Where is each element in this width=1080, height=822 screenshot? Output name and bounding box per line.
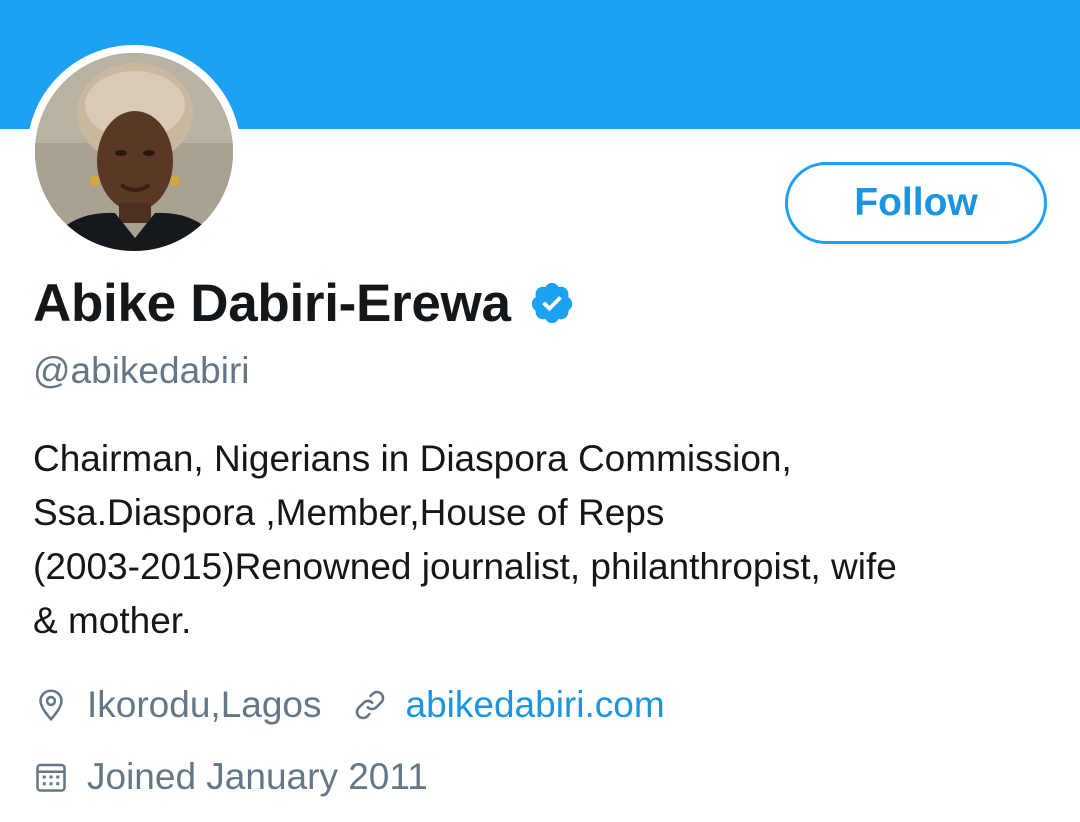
bio-line: & mother. — [33, 600, 192, 641]
calendar-icon — [33, 759, 69, 795]
bio-line: (2003-2015)Renowned journalist, philanth… — [33, 546, 897, 587]
profile-bio: Chairman, Nigerians in Diaspora Commissi… — [33, 432, 1053, 648]
avatar-photo — [35, 53, 233, 251]
bio-line: Ssa.Diaspora ,Member,House of Reps — [33, 492, 665, 533]
avatar[interactable] — [35, 53, 233, 251]
follow-button-label: Follow — [854, 181, 978, 224]
profile-page: Follow Abike Dabiri-Erewa @abikedabiri C… — [0, 0, 1080, 822]
profile-handle: @abikedabiri — [33, 350, 250, 391]
bio-line: Chairman, Nigerians in Diaspora Commissi… — [33, 438, 792, 479]
verified-badge-icon — [529, 280, 575, 326]
display-name: Abike Dabiri-Erewa — [33, 273, 511, 333]
profile-joined-date: Joined January 2011 — [87, 756, 428, 797]
follow-button[interactable]: Follow — [785, 162, 1047, 244]
location-pin-icon — [33, 687, 69, 723]
joined-row: Joined January 2011 — [33, 752, 428, 802]
display-name-row: Abike Dabiri-Erewa — [33, 270, 575, 336]
location-website-row: Ikorodu,Lagos abikedabiri.com — [33, 680, 665, 730]
profile-location: Ikorodu,Lagos — [87, 684, 322, 725]
profile-website-link[interactable]: abikedabiri.com — [406, 684, 665, 726]
link-icon — [352, 687, 388, 723]
